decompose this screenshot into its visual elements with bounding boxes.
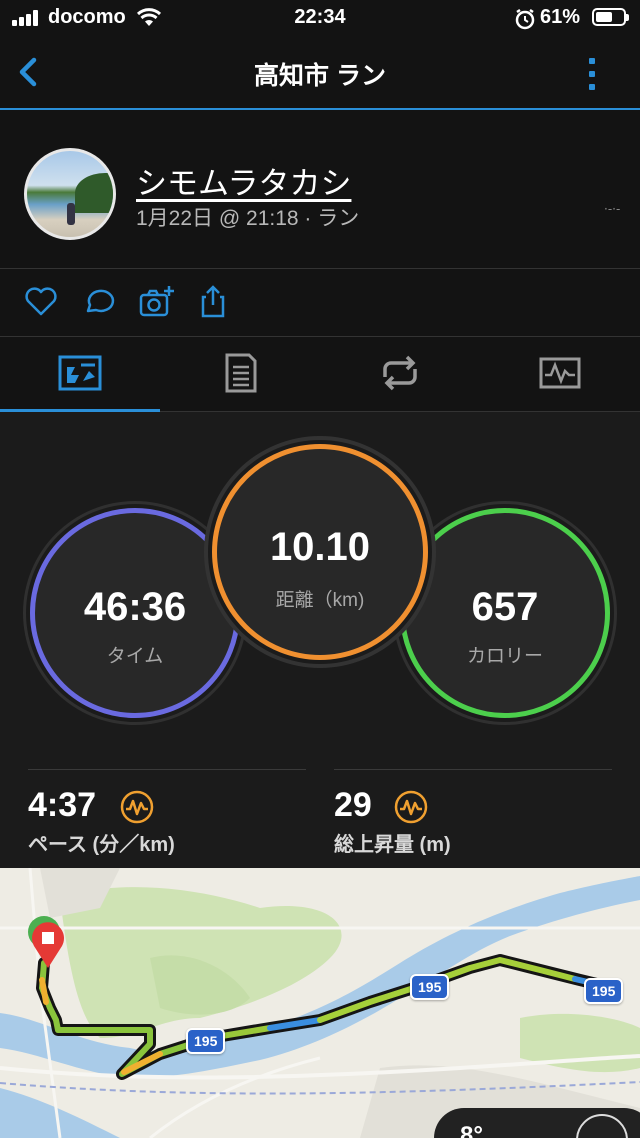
charts-waveform-icon xyxy=(539,357,581,389)
avatar[interactable] xyxy=(24,148,116,240)
tab-laps[interactable] xyxy=(320,337,480,411)
tab-bar xyxy=(0,337,640,412)
route-map[interactable]: 195 195 195 8° xyxy=(0,868,640,1138)
tab-charts[interactable] xyxy=(480,337,640,411)
like-heart-icon[interactable] xyxy=(22,283,60,321)
comment-bubble-icon[interactable] xyxy=(80,283,118,321)
page-title: 高知市 ラン xyxy=(254,62,386,90)
map-overlay-control[interactable]: 8° xyxy=(434,1108,640,1138)
distance-value: 10.10 xyxy=(269,525,371,569)
pace-label: ペース (分／km) xyxy=(28,834,175,856)
distance-stat-circle: 10.10 距離（km) xyxy=(212,444,428,660)
route-shield: 195 xyxy=(584,978,624,1004)
activity-date-type: 1月22日 @ 21:18 · ラン xyxy=(136,207,360,230)
user-name-link[interactable]: シモムラタカシ xyxy=(136,158,351,203)
tab-stats[interactable] xyxy=(160,337,320,411)
map-canvas xyxy=(0,868,640,1138)
laps-loop-icon xyxy=(383,355,417,391)
activity-header: シモムラタカシ 1月22日 @ 21:18 · ラン ·-·- xyxy=(0,110,640,269)
stats-panel: 46:36 タイム 657 カロリー 10.10 距離（km) 4:37 ペース… xyxy=(0,412,640,868)
divider xyxy=(28,769,306,770)
time-stat-circle: 46:36 タイム xyxy=(30,508,240,718)
elevation-chart-icon xyxy=(394,790,428,824)
map-overlay-text: 8° xyxy=(460,1122,483,1138)
calories-stat-circle: 657 カロリー xyxy=(400,508,610,718)
compass-icon[interactable] xyxy=(576,1114,628,1138)
elevation-label: 総上昇量 (m) xyxy=(334,834,451,856)
stats-list-icon xyxy=(225,353,257,393)
action-row xyxy=(0,269,640,337)
route-shield: 195 xyxy=(410,974,450,1000)
overview-map-icon xyxy=(58,355,102,391)
time-label: タイム xyxy=(106,646,164,667)
add-photo-camera-icon[interactable] xyxy=(138,283,176,321)
calories-value: 657 xyxy=(471,585,539,629)
alarm-icon xyxy=(515,8,535,30)
pace-value: 4:37 xyxy=(28,786,97,824)
status-bar: docomo 22:34 61% xyxy=(0,0,640,36)
elevation-value: 29 xyxy=(334,786,372,824)
route-shield: 195 xyxy=(186,1028,226,1054)
more-options-icon[interactable] xyxy=(580,54,604,94)
distance-label: 距離（km) xyxy=(275,590,365,611)
pace-chart-icon xyxy=(120,790,154,824)
navigation-bar: 高知市 ラン xyxy=(0,36,640,110)
faint-mark: ·-·- xyxy=(604,202,621,216)
share-icon[interactable] xyxy=(194,283,232,321)
battery-percentage: 61% xyxy=(540,6,581,28)
time-value: 46:36 xyxy=(83,585,187,629)
battery-icon xyxy=(592,8,629,26)
calories-label: カロリー xyxy=(466,646,543,667)
tab-overview[interactable] xyxy=(0,337,160,412)
divider xyxy=(334,769,612,770)
